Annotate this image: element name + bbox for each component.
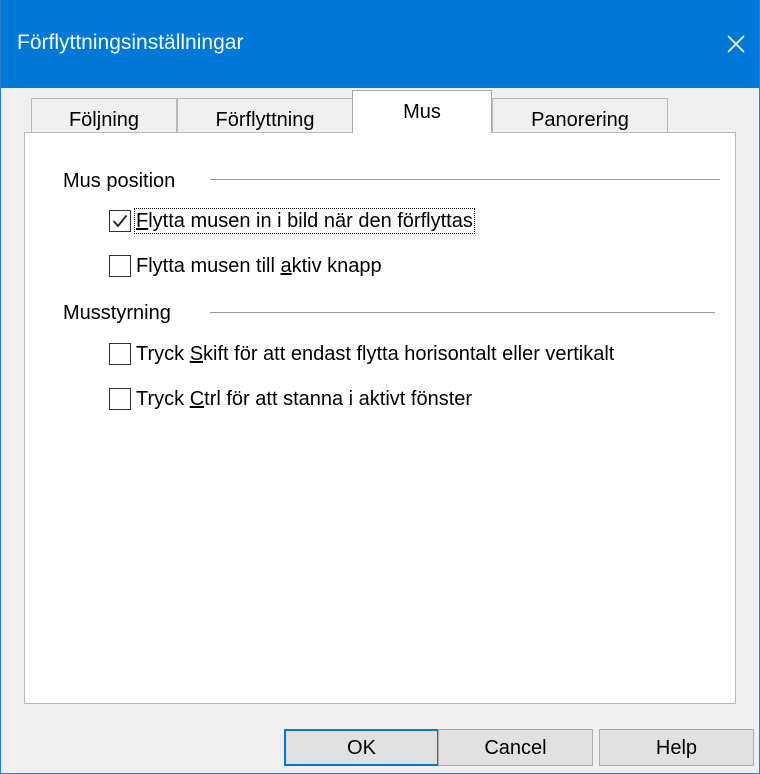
checkbox-shift-lock-axis[interactable] — [109, 343, 131, 365]
option-move-mouse-into-view[interactable]: Flytta musen in i bild när den förflytta… — [109, 208, 475, 234]
group-label-mouse-control: Musstyrning — [63, 302, 171, 324]
option-shift-lock-axis[interactable]: Tryck Skift för att endast flytta horiso… — [109, 342, 615, 366]
tab-panel-mus: Mus position Flytta musen in i bild när … — [24, 132, 736, 704]
close-icon — [727, 35, 745, 53]
checkmark-icon — [112, 214, 128, 228]
option-label: Tryck Skift för att endast flytta horiso… — [136, 343, 615, 365]
help-button[interactable]: Help — [599, 729, 754, 766]
checkbox-move-mouse-to-active-button[interactable] — [109, 255, 131, 277]
checkbox-ctrl-stay-in-window[interactable] — [109, 388, 131, 410]
option-label: Tryck Ctrl för att stanna i aktivt fönst… — [136, 388, 473, 410]
cancel-button[interactable]: Cancel — [438, 729, 593, 766]
tab-forflyttning[interactable]: Förflyttning — [177, 98, 353, 132]
group-divider — [210, 312, 715, 313]
option-move-mouse-to-active-button[interactable]: Flytta musen till aktiv knapp — [109, 254, 383, 278]
window-title: Förflyttningsinställningar — [17, 31, 244, 54]
option-label: Flytta musen in i bild när den förflytta… — [134, 208, 475, 234]
ok-button[interactable]: OK — [284, 729, 439, 766]
dialog-window: Förflyttningsinställningar Följning Förf… — [0, 0, 760, 774]
tab-mus[interactable]: Mus — [352, 90, 492, 133]
group-divider — [210, 179, 720, 180]
tab-panorering[interactable]: Panorering — [492, 98, 668, 132]
close-button[interactable] — [713, 22, 759, 66]
checkbox-move-mouse-into-view[interactable] — [109, 210, 131, 232]
option-label: Flytta musen till aktiv knapp — [136, 255, 382, 277]
group-label-mouse-position: Mus position — [63, 170, 176, 192]
title-bar: Förflyttningsinställningar — [1, 0, 759, 88]
tab-foljning[interactable]: Följning — [31, 98, 177, 132]
option-ctrl-stay-in-window[interactable]: Tryck Ctrl för att stanna i aktivt fönst… — [109, 387, 473, 411]
